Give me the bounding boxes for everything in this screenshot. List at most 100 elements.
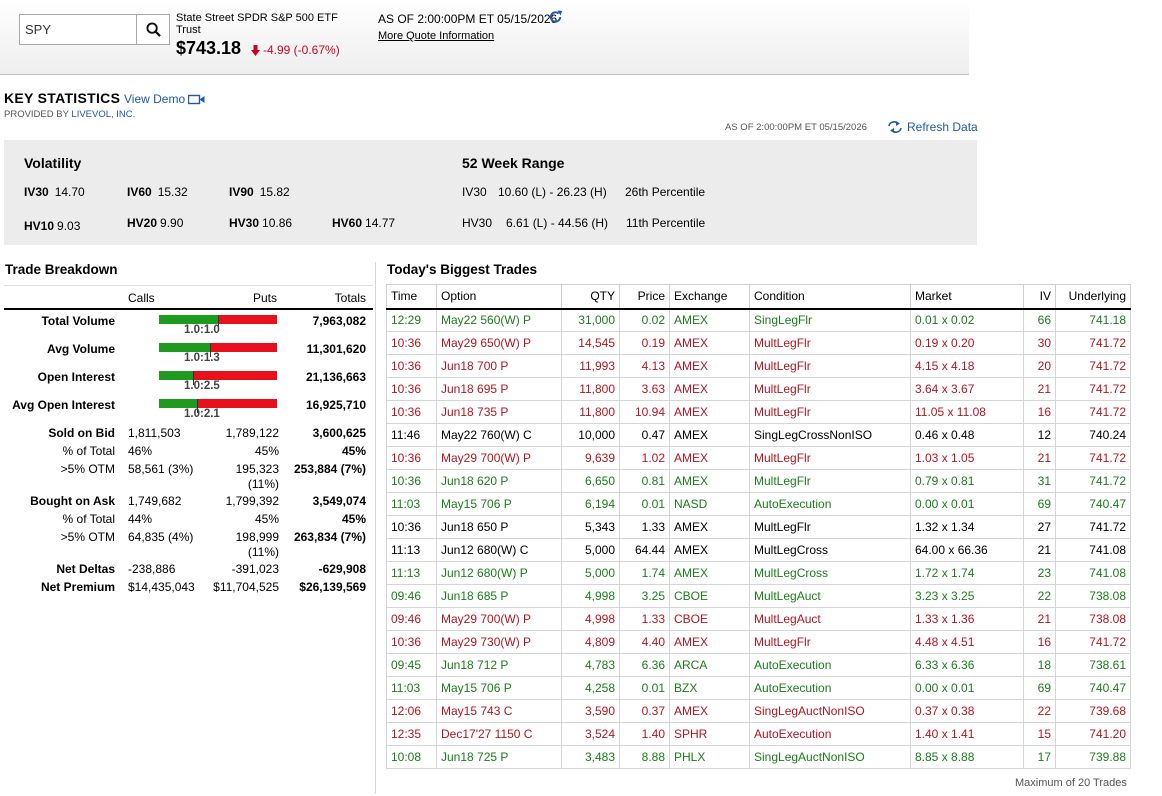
row-total: 7,963,082 <box>312 314 366 328</box>
trade-cell-price: 4.40 <box>619 630 670 654</box>
trade-cell-underlying: 741.18 <box>1055 308 1131 332</box>
iv30-stat: IV30 14.70 <box>24 185 85 199</box>
trade-cell-price: 0.19 <box>619 331 670 355</box>
view-demo-label: View Demo <box>124 92 186 106</box>
trade-cell-condition: AutoExecution <box>749 492 911 516</box>
quote-timestamp: AS OF 2:00:00PM ET 05/15/2026 <box>378 12 558 26</box>
trade-cell-exchange: AMEX <box>669 699 750 723</box>
trade-cell-condition: MultLegFlr <box>749 331 911 355</box>
trade-cell-condition: MultLegFlr <box>749 469 911 493</box>
trade-cell-iv: 69 <box>1023 492 1056 516</box>
trade-cell-option: Jun12 680(W) C <box>436 538 562 562</box>
trade-cell-option: May15 706 P <box>436 492 562 516</box>
trade-cell-qty: 31,000 <box>561 308 620 332</box>
trade-cell-option: Jun18 620 P <box>436 469 562 493</box>
trade-cell-market: 64.00 x 66.36 <box>910 538 1024 562</box>
row-label: Open Interest <box>37 370 115 384</box>
column-header-underlying[interactable]: Underlying <box>1055 284 1131 310</box>
trade-cell-option: Jun18 685 P <box>436 584 562 608</box>
column-header-iv[interactable]: IV <box>1023 284 1056 310</box>
trade-cell-price: 1.74 <box>619 561 670 585</box>
trade-cell-market: 0.46 x 0.48 <box>910 423 1024 447</box>
trade-cell-exchange: AMEX <box>669 515 750 539</box>
column-header-market[interactable]: Market <box>910 284 1024 310</box>
trade-cell-price: 0.47 <box>619 423 670 447</box>
iv60-stat: IV60 15.32 <box>127 185 188 199</box>
trade-cell-exchange: CBOE <box>669 607 750 631</box>
column-header-condition[interactable]: Condition <box>749 284 911 310</box>
week52-hv30-label: HV30 <box>462 216 493 230</box>
column-header-price[interactable]: Price <box>619 284 670 310</box>
trade-cell-time: 10:36 <box>386 515 437 539</box>
week52-iv30-label: IV30 <box>462 185 487 199</box>
column-header-time[interactable]: Time <box>386 284 437 310</box>
trade-cell-exchange: PHLX <box>669 745 750 769</box>
trade-cell-option: May29 650(W) P <box>436 331 562 355</box>
trade-cell-qty: 10,000 <box>561 423 620 447</box>
trade-cell-qty: 6,194 <box>561 492 620 516</box>
trade-cell-underlying: 741.72 <box>1055 515 1131 539</box>
trade-cell-condition: MultLegAuct <box>749 584 911 608</box>
trade-row: 10:36 May29 700(W) P 9,639 1.02 AMEX MultLegF… <box>386 446 1131 470</box>
trade-cell-price: 0.81 <box>619 469 670 493</box>
totals-header: Totals <box>334 291 366 305</box>
trade-cell-underlying: 740.47 <box>1055 492 1131 516</box>
column-header-option[interactable]: Option <box>436 284 562 310</box>
trade-row: 09:46 May29 700(W) P 4,998 1.33 CBOE MultLegA… <box>386 607 1131 631</box>
column-header-qty[interactable]: QTY <box>561 284 620 310</box>
provided-by-label: PROVIDED BY <box>4 109 69 120</box>
trade-cell-exchange: AMEX <box>669 446 750 470</box>
security-name: State Street SPDR S&P 500 ETF Trust <box>176 12 338 36</box>
trade-cell-exchange: SPHR <box>669 722 750 746</box>
stats-timestamp: AS OF 2:00:00PM ET 05/15/2026 <box>725 122 867 133</box>
trade-cell-option: May22 760(W) C <box>436 423 562 447</box>
trade-cell-qty: 4,783 <box>561 653 620 677</box>
week52-iv30-range: 10.60 (L) - 26.23 (H) <box>498 185 607 199</box>
trade-cell-underlying: 741.72 <box>1055 354 1131 378</box>
trade-cell-market: 0.79 x 0.81 <box>910 469 1024 493</box>
trade-cell-underlying: 740.47 <box>1055 676 1131 700</box>
trade-cell-market: 1.33 x 1.36 <box>910 607 1024 631</box>
last-price: $743.18 <box>176 38 242 58</box>
trade-row: 12:35 Dec17'27 1150 C 3,524 1.40 SPHR AutoExe… <box>386 722 1131 746</box>
provider-link[interactable]: LIVEVOL, INC. <box>71 109 135 120</box>
refresh-data-button[interactable]: Refresh Data <box>887 120 978 134</box>
trade-cell-time: 10:08 <box>386 745 437 769</box>
symbol-search-input[interactable] <box>20 15 137 44</box>
trade-cell-condition: AutoExecution <box>749 722 911 746</box>
price-change-value: -4.99 (-0.67%) <box>263 43 340 57</box>
more-quote-link[interactable]: More Quote Information <box>378 30 494 42</box>
view-demo-link[interactable]: View Demo <box>124 92 205 106</box>
trade-cell-iv: 21 <box>1023 377 1056 401</box>
trade-cell-time: 11:13 <box>386 538 437 562</box>
search-button[interactable] <box>136 15 169 44</box>
trade-cell-market: 8.85 x 8.88 <box>910 745 1024 769</box>
trade-row: 10:36 Jun18 700 P 11,993 4.13 AMEX MultLegFlr… <box>386 354 1131 378</box>
volatility-panel: Volatility IV30 14.70 IV60 15.32 IV90 15.82… <box>4 140 977 245</box>
trade-cell-condition: SingLegAuctNonISO <box>749 699 911 723</box>
trade-cell-underlying: 741.72 <box>1055 377 1131 401</box>
trade-cell-condition: MultLegFlr <box>749 630 911 654</box>
trade-cell-market: 11.05 x 11.08 <box>910 400 1024 424</box>
trade-cell-option: Jun12 680(W) P <box>436 561 562 585</box>
trade-cell-iv: 16 <box>1023 400 1056 424</box>
trade-row: 11:03 May15 706 P 4,258 0.01 BZX AutoExecutio… <box>386 676 1131 700</box>
trade-row: 10:36 Jun18 695 P 11,800 3.63 AMEX MultLegFlr… <box>386 377 1131 401</box>
trade-cell-qty: 3,524 <box>561 722 620 746</box>
trade-cell-exchange: ARCA <box>669 653 750 677</box>
hv30-stat: HV30 10.86 <box>229 216 293 230</box>
trade-cell-time: 10:36 <box>386 377 437 401</box>
trade-cell-time: 10:36 <box>386 400 437 424</box>
refresh-quote-button[interactable] <box>548 9 563 28</box>
ratio-text: 1.0:2.1 <box>184 408 220 420</box>
trade-cell-market: 0.01 x 0.02 <box>910 308 1024 332</box>
trade-cell-underlying: 741.72 <box>1055 469 1131 493</box>
trade-cell-exchange: AMEX <box>669 377 750 401</box>
column-header-exchange[interactable]: Exchange <box>669 284 750 310</box>
trade-cell-underlying: 741.20 <box>1055 722 1131 746</box>
refresh-data-label: Refresh Data <box>907 120 978 134</box>
trade-cell-option: Dec17'27 1150 C <box>436 722 562 746</box>
trade-cell-qty: 11,800 <box>561 400 620 424</box>
ratio-bar <box>159 315 277 329</box>
week52-hv30-range: 6.61 (L) - 44.56 (H) <box>506 216 609 230</box>
